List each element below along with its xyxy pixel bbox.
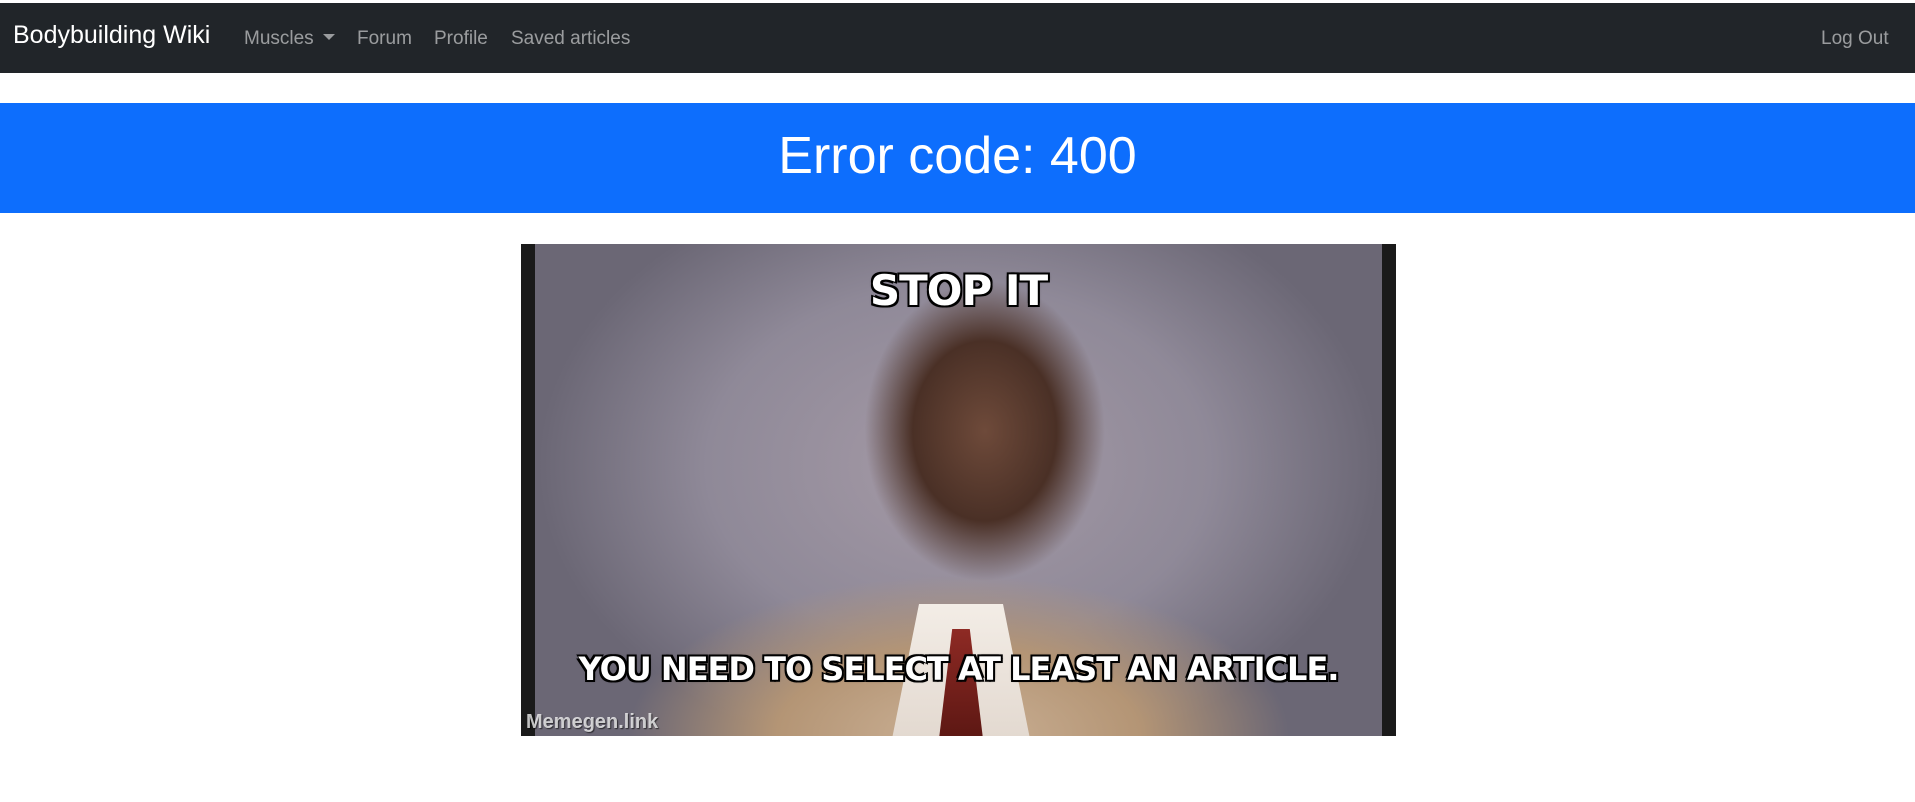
- error-banner: Error code: 400: [0, 103, 1915, 213]
- nav-forum[interactable]: Forum: [357, 29, 412, 48]
- error-title: Error code: 400: [778, 127, 1137, 185]
- brand-link[interactable]: Bodybuilding Wiki: [13, 23, 210, 48]
- nav-profile[interactable]: Profile: [434, 29, 488, 48]
- meme-top-text: STOP IT: [869, 265, 1049, 316]
- meme-bottom-text: YOU NEED TO SELECT AT LEAST AN ARTICLE.: [578, 650, 1340, 688]
- top-navbar: Bodybuilding Wiki Muscles Forum Profile …: [0, 3, 1915, 73]
- nav-saved-articles[interactable]: Saved articles: [511, 29, 630, 48]
- meme-watermark: Memegen.link: [526, 711, 659, 733]
- nav-muscles-dropdown[interactable]: Muscles: [244, 29, 335, 48]
- logout-link[interactable]: Log Out: [1821, 29, 1889, 48]
- meme-image: STOP IT YOU NEED TO SELECT AT LEAST AN A…: [521, 244, 1396, 736]
- caret-down-icon: [322, 34, 335, 40]
- nav-muscles-label: Muscles: [244, 28, 314, 49]
